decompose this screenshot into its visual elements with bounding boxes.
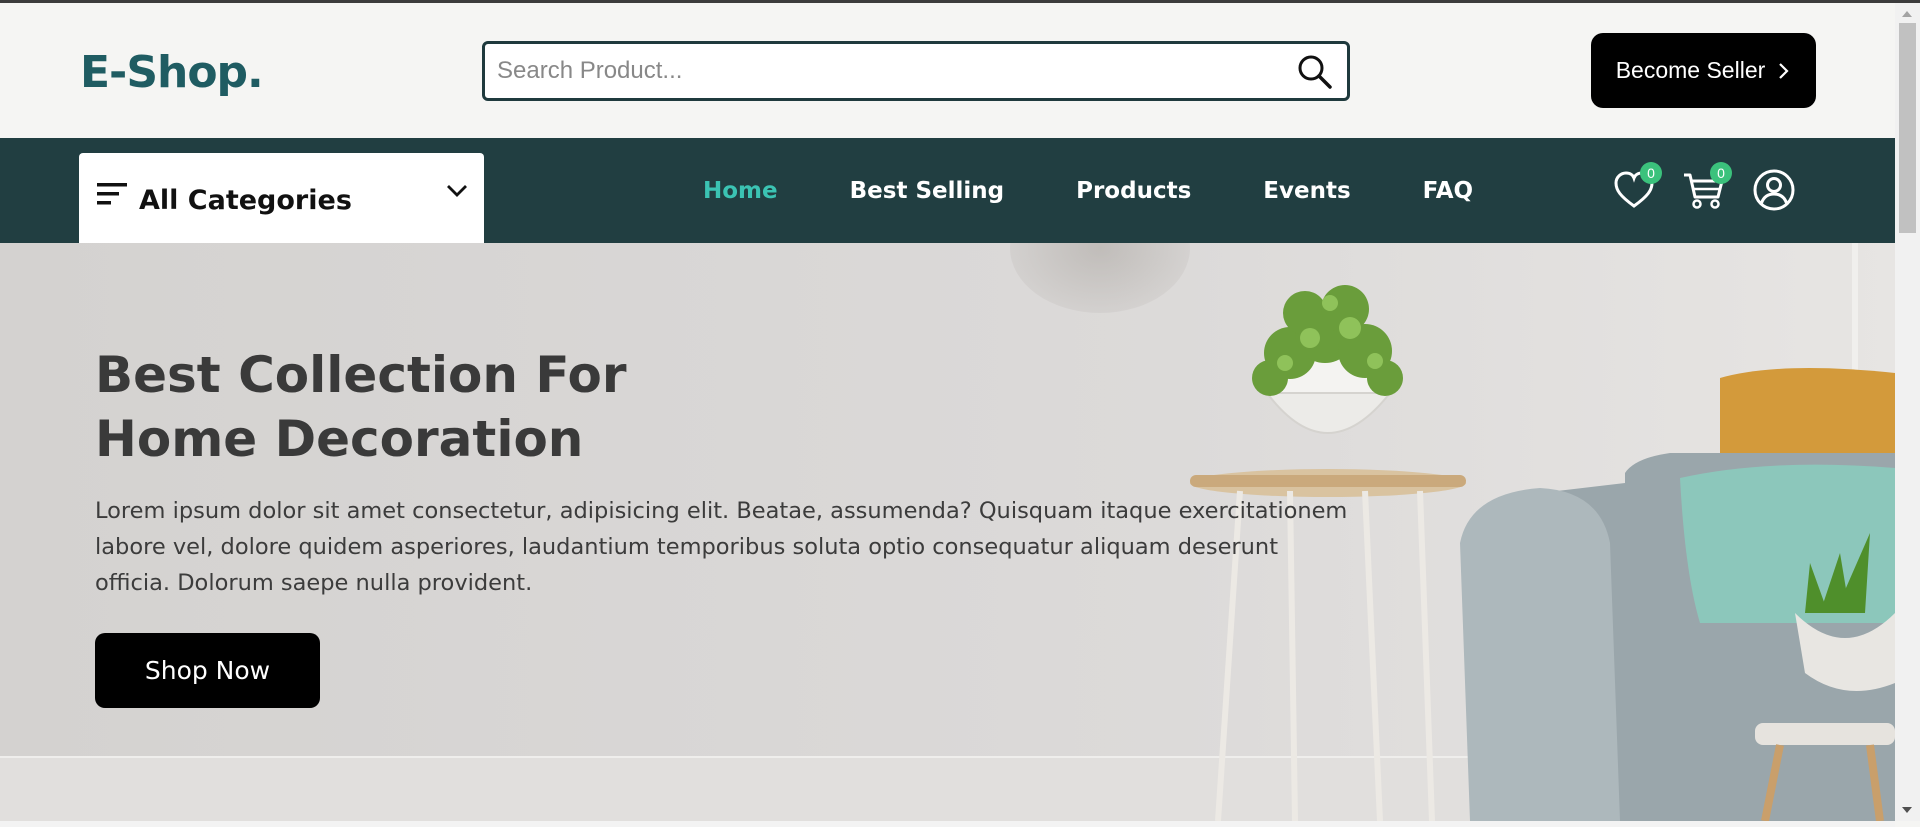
nav-link-events[interactable]: Events (1263, 178, 1350, 204)
search-bar (482, 41, 1350, 101)
navbar: All Categories Home Best Selling Product… (0, 138, 1895, 243)
chevron-down-icon[interactable] (445, 183, 469, 199)
hero-title-line-1: Best Collection For (95, 346, 627, 404)
wishlist-count-badge: 0 (1640, 162, 1662, 184)
search-input[interactable] (497, 44, 1277, 98)
header: E-Shop. Become Seller (0, 3, 1895, 138)
cart-button[interactable]: 0 (1682, 162, 1732, 212)
user-icon (1753, 169, 1795, 211)
hero-title: Best Collection For Home Decoration (95, 343, 795, 471)
scroll-down-arrow-icon[interactable] (1902, 807, 1912, 813)
nav-link-products[interactable]: Products (1076, 178, 1191, 204)
hero-description: Lorem ipsum dolor sit amet consectetur, … (95, 498, 1348, 596)
profile-button[interactable] (1752, 168, 1796, 212)
nav-icons: 0 0 (1612, 162, 1796, 214)
search-icon[interactable] (1297, 54, 1333, 90)
hero-title-line-2: Home Decoration (95, 410, 584, 468)
nav-link-faq[interactable]: FAQ (1423, 178, 1473, 204)
nav-link-home[interactable]: Home (703, 178, 778, 204)
chevron-right-icon (1779, 62, 1789, 79)
menu-icon (97, 183, 127, 205)
logo[interactable]: E-Shop. (80, 47, 264, 98)
wishlist-button[interactable]: 0 (1612, 162, 1662, 212)
bottom-strip (0, 821, 1895, 827)
scrollbar-thumb[interactable] (1899, 23, 1916, 233)
vertical-scrollbar[interactable] (1895, 3, 1920, 821)
become-seller-button[interactable]: Become Seller (1591, 33, 1816, 108)
categories-label: All Categories (139, 185, 352, 216)
categories-dropdown[interactable]: All Categories (79, 153, 484, 243)
nav-links: Home Best Selling Products Events FAQ (703, 138, 1545, 243)
hero-banner: Best Collection For Home Decoration Lore… (0, 243, 1895, 821)
shop-now-button[interactable]: Shop Now (95, 633, 320, 708)
cart-count-badge: 0 (1710, 162, 1732, 184)
scroll-up-arrow-icon[interactable] (1902, 11, 1912, 17)
nav-link-best-selling[interactable]: Best Selling (850, 178, 1004, 204)
hero-wall-shadow (1010, 243, 1190, 313)
become-seller-label: Become Seller (1615, 57, 1766, 83)
page: E-Shop. Become Seller All Categories (0, 0, 1920, 827)
